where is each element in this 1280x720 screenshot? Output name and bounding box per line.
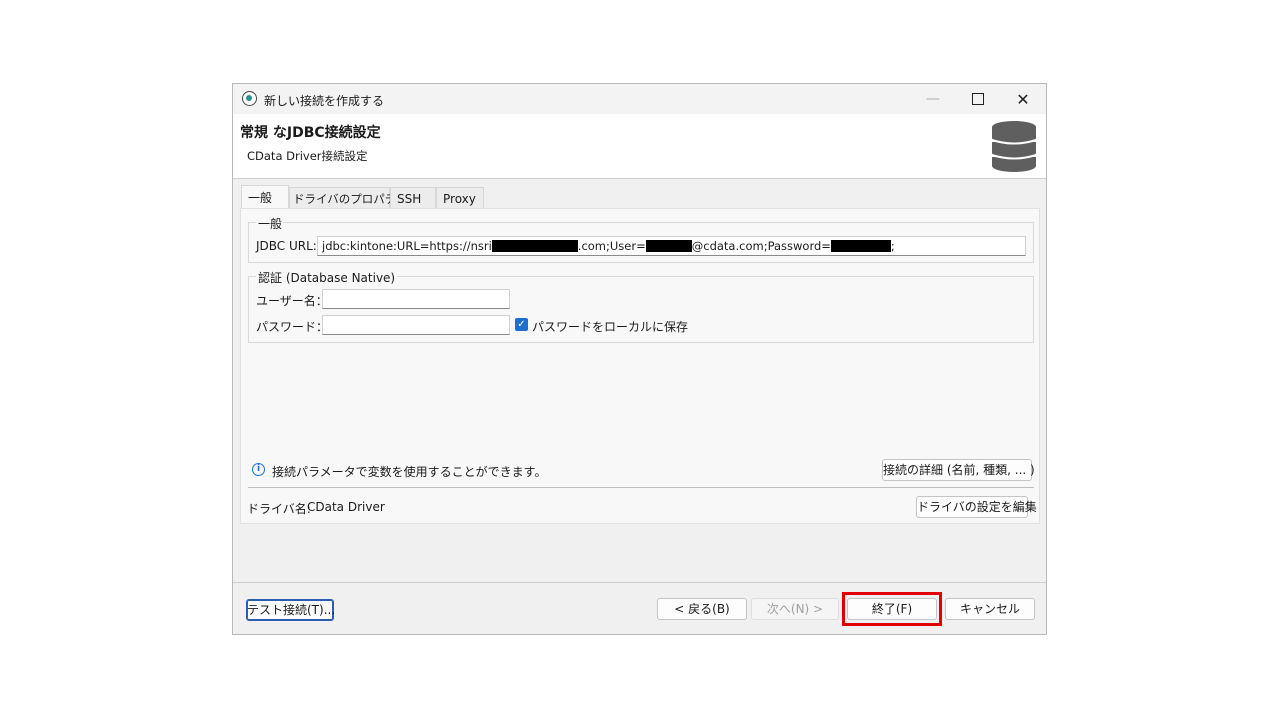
- new-connection-dialog: 新しい接続を作成する — ✕ 常規 なJDBC接続設定 CData Driver…: [232, 83, 1047, 635]
- cancel-button[interactable]: キャンセル: [945, 598, 1035, 620]
- tab-proxy[interactable]: Proxy: [436, 187, 484, 209]
- database-icon: [991, 121, 1037, 172]
- test-connection-button[interactable]: テスト接続(T)...: [246, 599, 335, 621]
- jdbc-url-part: jdbc:kintone:URL=https://nsri: [322, 239, 492, 253]
- connection-details-button[interactable]: 接続の詳細 (名前, 種類, ... ): [882, 459, 1035, 481]
- back-button[interactable]: < 戻る(B): [657, 598, 747, 620]
- save-password-checkbox[interactable]: ✓: [515, 318, 528, 331]
- username-label: ユーザー名：: [256, 294, 328, 308]
- driver-name-label: ドライバ名:: [247, 502, 311, 516]
- maximize-button[interactable]: [955, 84, 1001, 114]
- username-field[interactable]: [322, 289, 510, 309]
- info-text: 接続パラメータで変数を使用することができます。: [272, 465, 547, 479]
- general-tab-panel: 一般 JDBC URL: jdbc:kintone:URL=https://ns…: [240, 208, 1040, 524]
- minimize-button[interactable]: —: [910, 84, 956, 114]
- jdbc-url-field[interactable]: jdbc:kintone:URL=https://nsri .com;User= @…: [317, 236, 1026, 256]
- driver-name-value: CData Driver: [307, 500, 385, 514]
- redacted-block: [830, 240, 891, 252]
- auth-group: 認証 (Database Native) ユーザー名： パスワード： ✓ パスワ…: [248, 269, 1034, 343]
- title-bar: 新しい接続を作成する — ✕: [233, 84, 1046, 114]
- password-label: パスワード：: [256, 320, 329, 334]
- page-title: 常規 なJDBC接続設定: [240, 125, 381, 141]
- maximize-icon: [972, 93, 984, 105]
- redacted-block: [645, 240, 692, 252]
- tab-ssh[interactable]: SSH: [390, 187, 436, 209]
- app-icon: [242, 91, 257, 106]
- general-group: 一般 JDBC URL: jdbc:kintone:URL=https://ns…: [248, 215, 1034, 263]
- tab-driver-properties[interactable]: ドライバのプロパティ: [289, 187, 407, 209]
- close-button[interactable]: ✕: [1000, 84, 1046, 114]
- save-password-label: パスワードをローカルに保存: [532, 320, 689, 334]
- footer-divider: [233, 582, 1046, 583]
- redacted-block: [491, 240, 578, 252]
- next-button[interactable]: 次へ(N) >: [751, 598, 839, 620]
- jdbc-url-part: .com;User=: [577, 239, 646, 253]
- auth-group-label: 認証 (Database Native): [256, 269, 398, 286]
- password-field[interactable]: [322, 315, 510, 335]
- wizard-header: 常規 なJDBC接続設定 CData Driver接続設定: [233, 114, 1046, 179]
- page-subtitle: CData Driver接続設定: [247, 149, 368, 163]
- window-title: 新しい接続を作成する: [264, 94, 385, 108]
- jdbc-url-part: @cdata.com;Password=: [691, 239, 831, 253]
- general-group-label: 一般: [256, 215, 285, 232]
- jdbc-url-label: JDBC URL:: [256, 239, 317, 253]
- edit-driver-settings-button[interactable]: ドライバの設定を編集: [916, 496, 1037, 518]
- finish-button-highlight: [842, 592, 942, 626]
- jdbc-url-part: ;: [890, 239, 895, 253]
- info-icon: i: [252, 463, 265, 476]
- divider: [248, 487, 1034, 488]
- tab-general[interactable]: 一般: [241, 185, 289, 209]
